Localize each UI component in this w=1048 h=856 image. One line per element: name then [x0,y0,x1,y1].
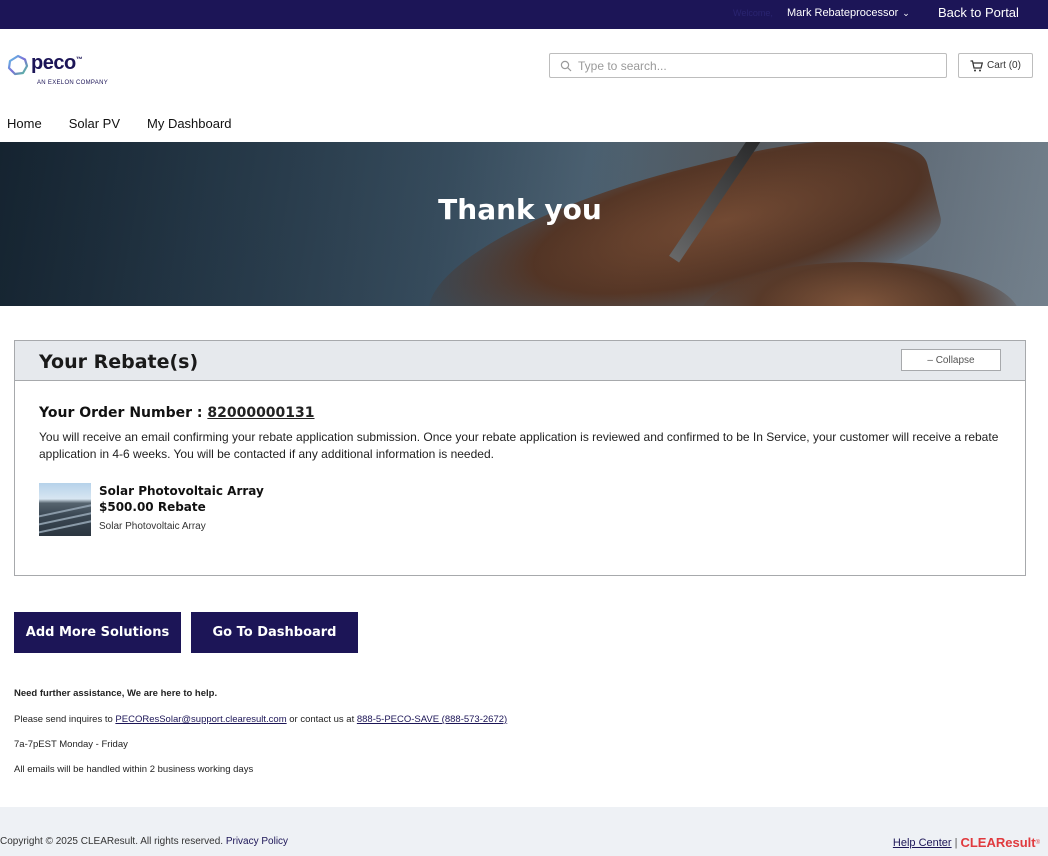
welcome-text: Welcome, [733,8,773,18]
add-more-solutions-button[interactable]: Add More Solutions [14,612,181,653]
order-number-label: Your Order Number : [39,405,203,421]
search-input[interactable] [578,58,918,73]
nav-item-home[interactable]: Home [7,116,42,131]
product-name: Solar Photovoltaic Array [99,484,264,498]
hero-banner: Thank you [0,142,1048,306]
registered-mark: ® [1035,839,1040,846]
rebate-panel-title: Your Rebate(s) [39,351,199,373]
copyright: Copyright © 2025 CLEAResult. All rights … [0,836,289,847]
user-menu[interactable]: Mark Rebateprocessor ⌄ [787,7,910,19]
nav-item-solar-pv[interactable]: Solar PV [69,116,120,131]
search-box[interactable] [549,53,947,78]
cart-label: Cart (0) [987,60,1021,71]
rebate-panel-header: Your Rebate(s) – Collapse [15,341,1025,381]
logo-subtitle: AN EXELON COMPANY [37,80,109,86]
clearesult-logo: CLEAResult [960,835,1036,850]
help-response-time: All emails will be handled within 2 busi… [14,764,254,775]
back-to-portal-link[interactable]: Back to Portal [938,5,1019,20]
product-description: Solar Photovoltaic Array [99,521,206,532]
support-email-link[interactable]: PECOResSolar@support.clearesult.com [115,714,286,725]
peco-logo-icon [7,54,29,76]
help-heading: Need further assistance, We are here to … [14,688,218,699]
help-contact: Please send inquires to PECOResSolar@sup… [14,714,508,725]
footer-links: Help Center | CLEAResult ® [893,835,1040,850]
collapse-button[interactable]: – Collapse [901,349,1001,371]
cart-icon [970,59,984,71]
top-bar: Welcome, Mark Rebateprocessor ⌄ Back to … [0,0,1048,29]
support-phone-link[interactable]: 888-5-PECO-SAVE (888-573-2672) [357,714,507,725]
order-number-link[interactable]: 82000000131 [207,405,314,421]
help-section: Need further assistance, We are here to … [14,688,507,789]
user-name: Mark Rebateprocessor [787,7,899,19]
logo-text: peco™ [31,52,83,74]
product-rebate-amount: $500.00 Rebate [99,500,206,514]
privacy-policy-link[interactable]: Privacy Policy [226,836,288,847]
rebate-panel: Your Rebate(s) – Collapse Your Order Num… [14,340,1026,576]
nav-item-my-dashboard[interactable]: My Dashboard [147,116,232,131]
hero-title: Thank you [438,193,602,226]
cart-button[interactable]: Cart (0) [958,53,1033,78]
footer: Copyright © 2025 CLEAResult. All rights … [0,807,1048,856]
peco-logo[interactable]: peco™ AN EXELON COMPANY [7,52,127,90]
help-hours: 7a-7pEST Monday - Friday [14,739,128,750]
chevron-down-icon: ⌄ [902,7,910,18]
solar-panel-thumbnail [39,483,91,536]
go-to-dashboard-button[interactable]: Go To Dashboard [191,612,358,653]
help-center-link[interactable]: Help Center [893,837,952,849]
footer-separator: | [954,836,958,849]
main-nav: Home Solar PV My Dashboard [7,116,259,131]
order-number: Your Order Number : 82000000131 [39,405,315,421]
search-icon [560,60,572,71]
confirmation-message: You will receive an email confirming you… [39,430,999,461]
